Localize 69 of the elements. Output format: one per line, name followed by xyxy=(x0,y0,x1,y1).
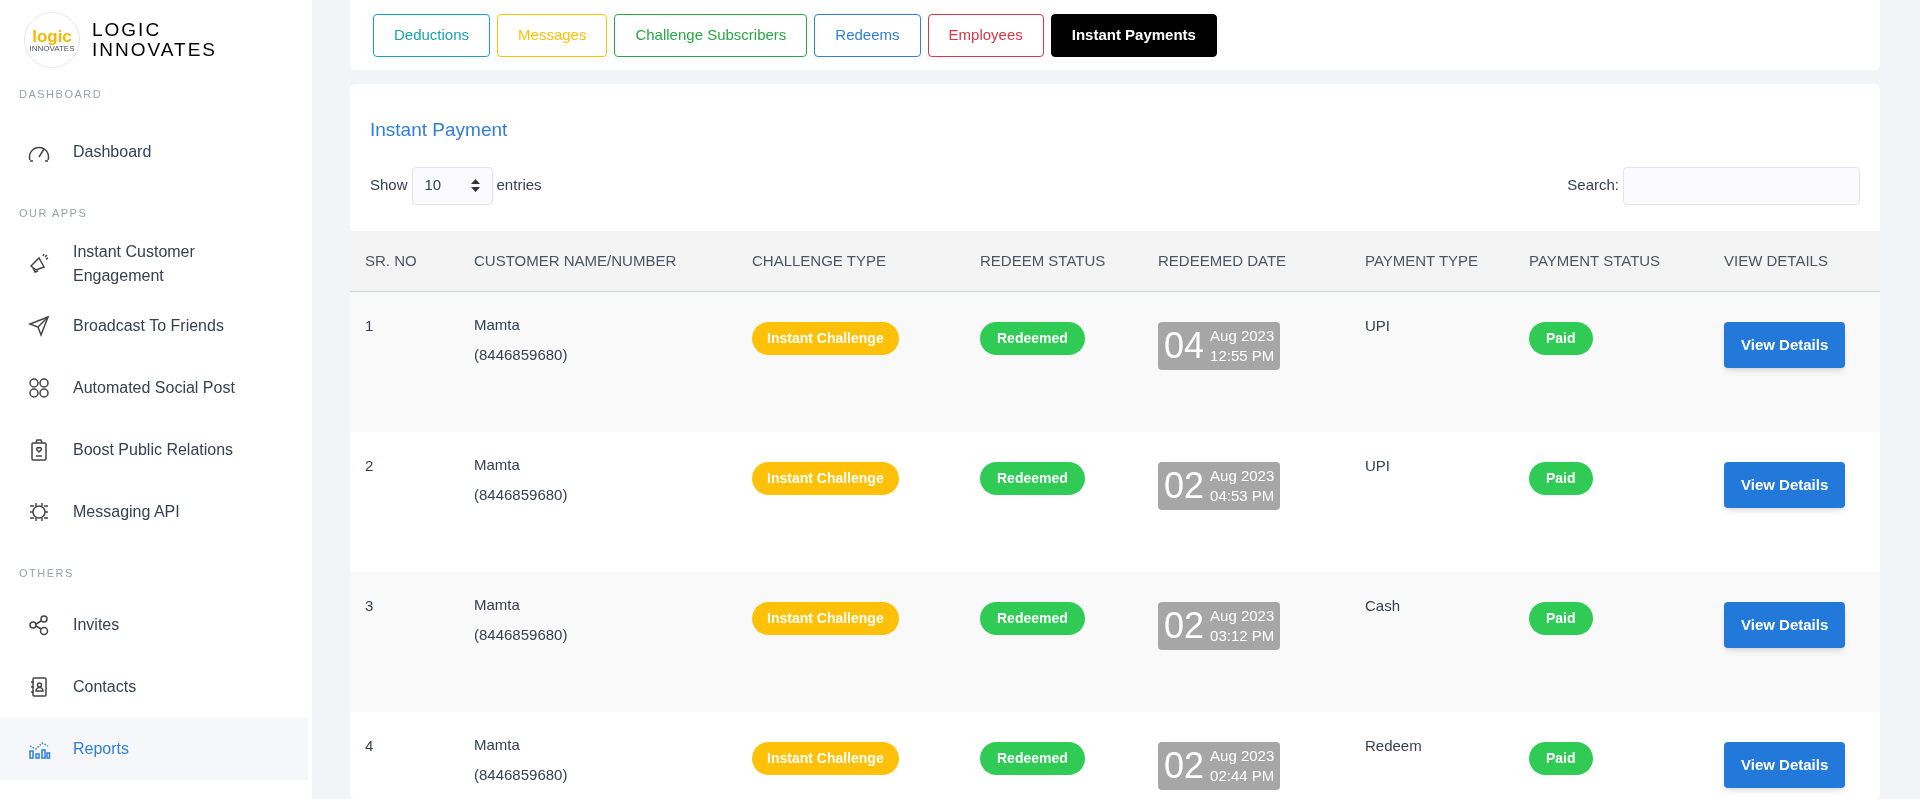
search-label: Search: xyxy=(1567,175,1619,196)
tab[interactable]: Employees xyxy=(927,13,1044,57)
customer-number: (8446859680) xyxy=(474,484,569,505)
customer-number: (8446859680) xyxy=(474,764,569,785)
payment-status-badge: Paid xyxy=(1529,461,1593,495)
tab[interactable]: Instant Payments xyxy=(1050,13,1217,57)
table-cell: UPI xyxy=(1365,456,1390,474)
table-cell: UPI xyxy=(1365,316,1390,334)
redeem-status-badge: Redeemed xyxy=(980,601,1085,635)
customer-number: (8446859680) xyxy=(474,344,569,365)
entries-label: entries xyxy=(496,175,542,196)
search-field[interactable] xyxy=(1623,166,1860,205)
circles-icon xyxy=(27,376,51,400)
sidebar-item[interactable]: Reports xyxy=(0,717,308,780)
column-header: CUSTOMER NAME/NUMBER xyxy=(474,251,677,269)
table-cell: 2 xyxy=(365,456,374,474)
view-details-button[interactable]: View Details xyxy=(1724,741,1846,788)
panel-title: Instant Payment xyxy=(370,119,508,140)
view-details-button[interactable]: View Details xyxy=(1724,321,1846,368)
column-header: PAYMENT STATUS xyxy=(1529,251,1661,269)
table-cell: 4 xyxy=(365,736,374,754)
sidebar-item[interactable]: Messaging API xyxy=(0,481,308,543)
column-header: VIEW DETAILS xyxy=(1724,251,1828,269)
sidebar-item[interactable]: Invites xyxy=(0,593,308,656)
column-header: SR. NO xyxy=(365,251,417,269)
megaphone-icon xyxy=(27,252,51,276)
customer-name: Mamta xyxy=(474,454,521,475)
table-cell: Cash xyxy=(1365,596,1401,614)
brand-name: LOGIC INNOVATES xyxy=(92,20,217,60)
column-header: REDEEMED DATE xyxy=(1158,251,1287,269)
table-cell: 3 xyxy=(365,596,374,614)
section-heading: DASHBOARD xyxy=(18,87,104,102)
sidebar-item[interactable]: Dashboard xyxy=(0,120,308,183)
challenge-type-badge: Instant Challenge xyxy=(752,601,899,635)
section-heading: OUR APPS xyxy=(18,205,89,221)
customer-name: Mamta xyxy=(474,314,521,335)
payment-status-badge: Paid xyxy=(1529,741,1593,775)
payment-status-badge: Paid xyxy=(1529,321,1593,355)
section-heading: OTHERS xyxy=(18,566,75,581)
page-size-select[interactable]: 10 xyxy=(411,166,493,205)
chip-icon xyxy=(27,500,51,524)
sidebar-item[interactable]: Broadcast To Friends xyxy=(0,295,308,357)
view-details-button[interactable]: View Details xyxy=(1724,461,1846,508)
sidebar-item[interactable]: Instant Customer Engagement xyxy=(0,233,308,295)
sidebar-item[interactable]: Contacts xyxy=(0,655,308,718)
tab[interactable]: Redeems xyxy=(814,13,921,57)
column-header: CHALLENGE TYPE xyxy=(752,251,886,269)
customer-name: Mamta xyxy=(474,594,521,615)
table-cell: 1 xyxy=(365,316,374,334)
sidebar-item[interactable]: Automated Social Post xyxy=(0,357,308,419)
show-label: Show xyxy=(370,175,408,196)
paper-plane-icon xyxy=(27,314,51,338)
challenge-type-badge: Instant Challenge xyxy=(752,321,899,355)
column-header: PAYMENT TYPE xyxy=(1365,251,1479,269)
customer-name: Mamta xyxy=(474,734,521,755)
redeem-status-badge: Redeemed xyxy=(980,461,1085,495)
redeem-status-badge: Redeemed xyxy=(980,321,1085,355)
column-header: REDEEM STATUS xyxy=(980,251,1106,269)
challenge-type-badge: Instant Challenge xyxy=(752,461,899,495)
brand-logo: logic INNOVATES xyxy=(24,12,80,68)
table-cell: Redeem xyxy=(1365,736,1422,754)
sidebar-item[interactable]: Boost Public Relations xyxy=(0,419,308,481)
sort-arrows-icon xyxy=(470,179,480,192)
redeem-status-badge: Redeemed xyxy=(980,741,1085,775)
challenge-type-badge: Instant Challenge xyxy=(752,741,899,775)
payment-status-badge: Paid xyxy=(1529,601,1593,635)
view-details-button[interactable]: View Details xyxy=(1724,601,1846,648)
share-icon xyxy=(27,612,51,637)
customer-number: (8446859680) xyxy=(474,624,569,645)
